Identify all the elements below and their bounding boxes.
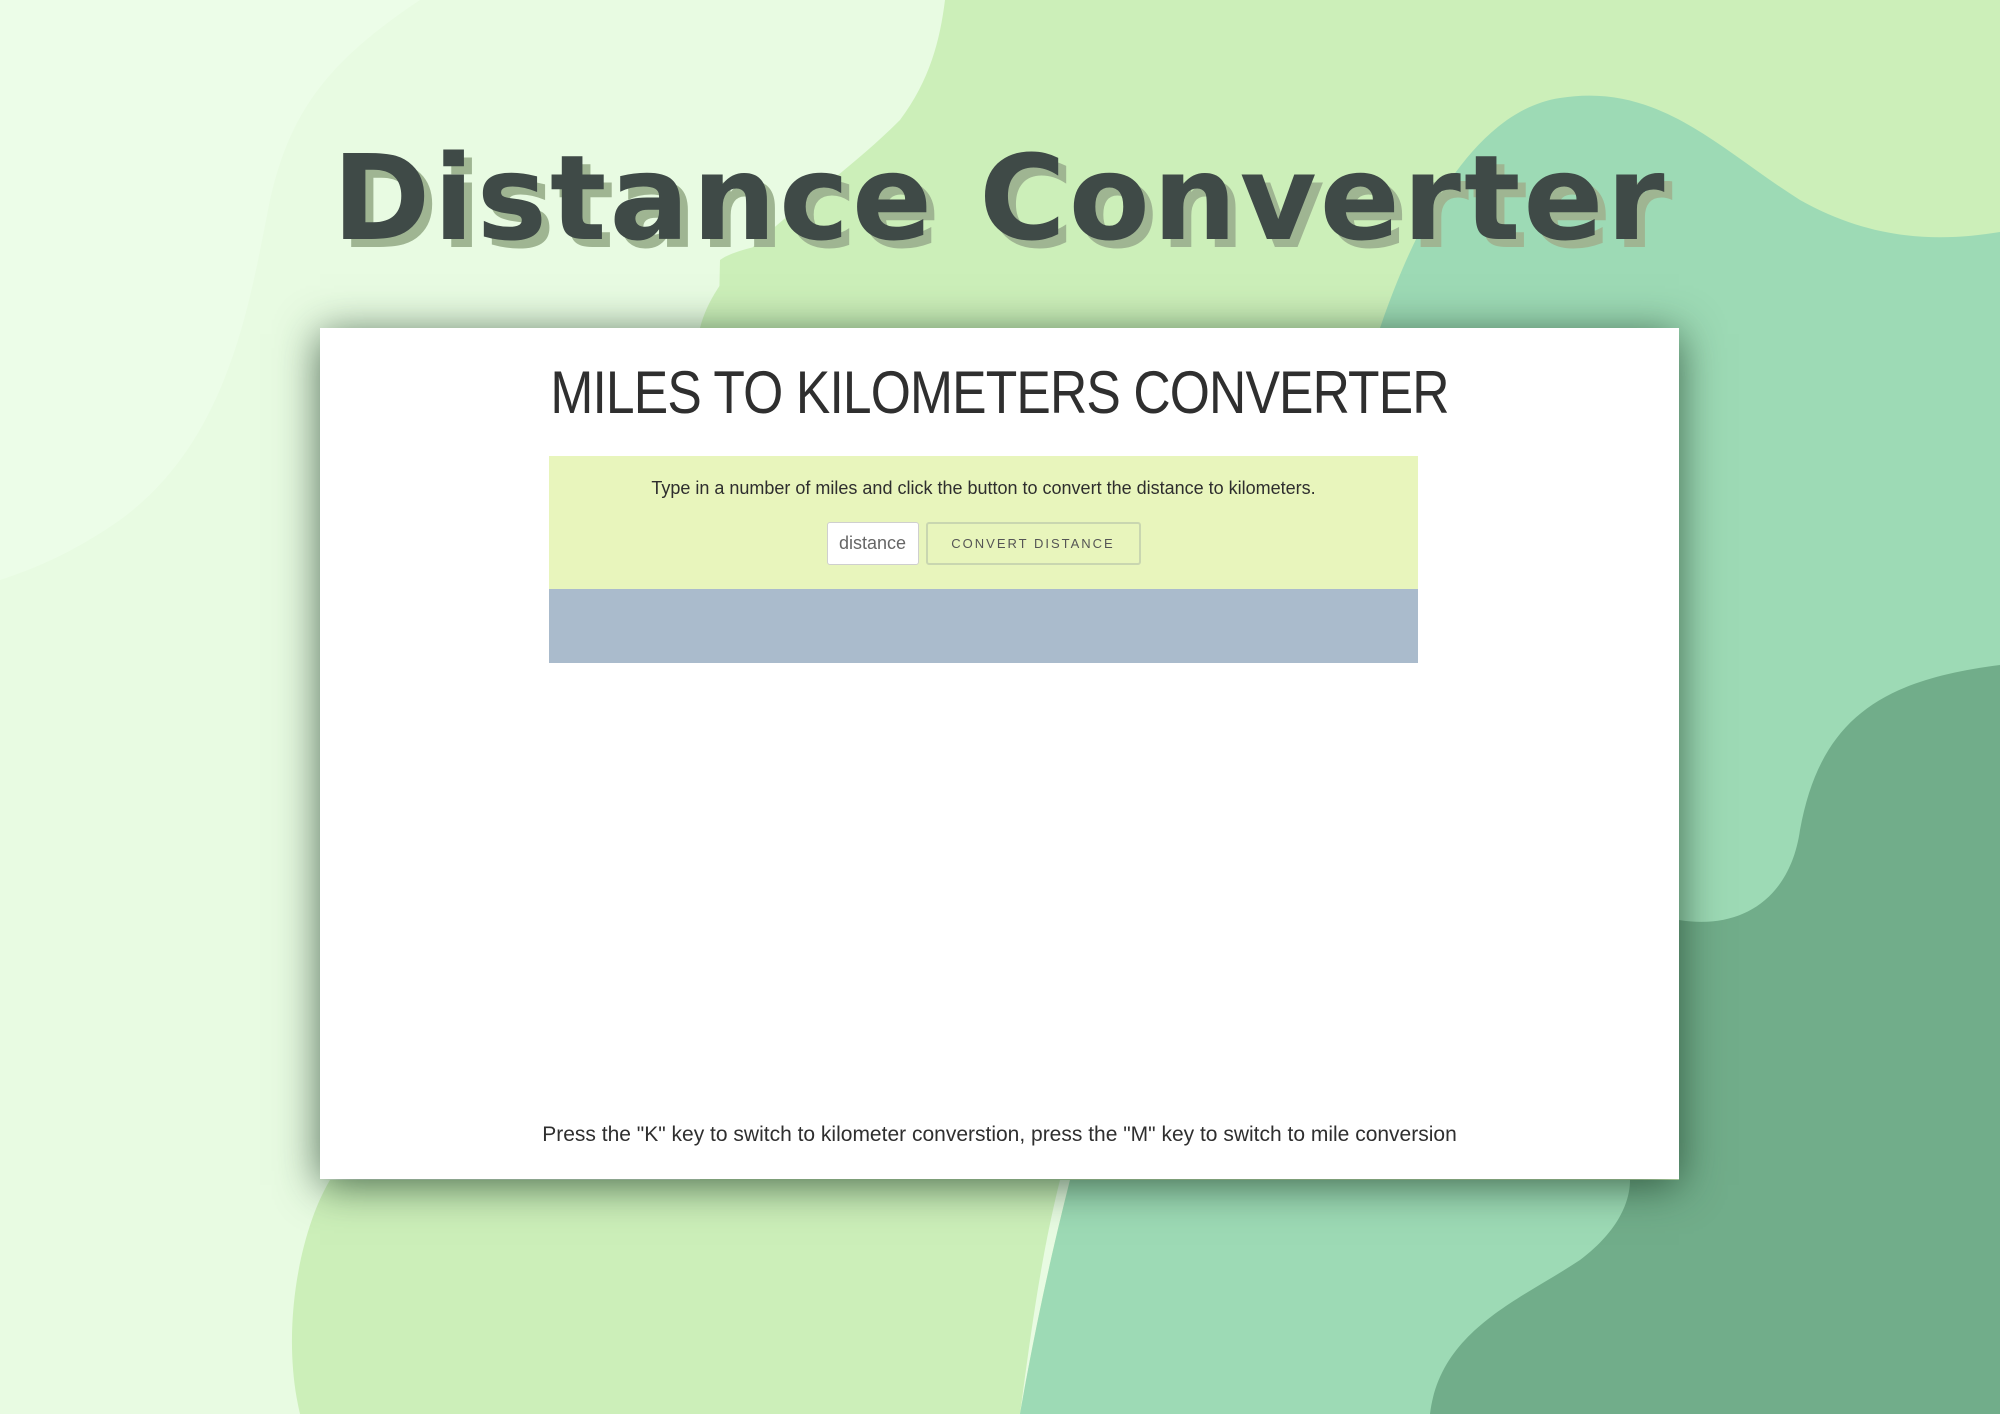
converter-form-panel: Type in a number of miles and click the … xyxy=(549,456,1418,589)
result-panel xyxy=(549,589,1418,663)
app-window: MILES TO KILOMETERS CONVERTER Type in a … xyxy=(320,328,1679,1179)
page-title: MILES TO KILOMETERS CONVERTER xyxy=(550,359,1449,426)
hero-title: Distance Converter xyxy=(332,129,1668,267)
converter-controls: CONVERT DISTANCE xyxy=(549,522,1418,565)
instructions-text: Type in a number of miles and click the … xyxy=(651,478,1316,498)
convert-distance-button[interactable]: CONVERT DISTANCE xyxy=(925,522,1141,565)
distance-input[interactable] xyxy=(826,522,919,565)
keyboard-hint: Press the "K" key to switch to kilometer… xyxy=(542,1123,1457,1146)
